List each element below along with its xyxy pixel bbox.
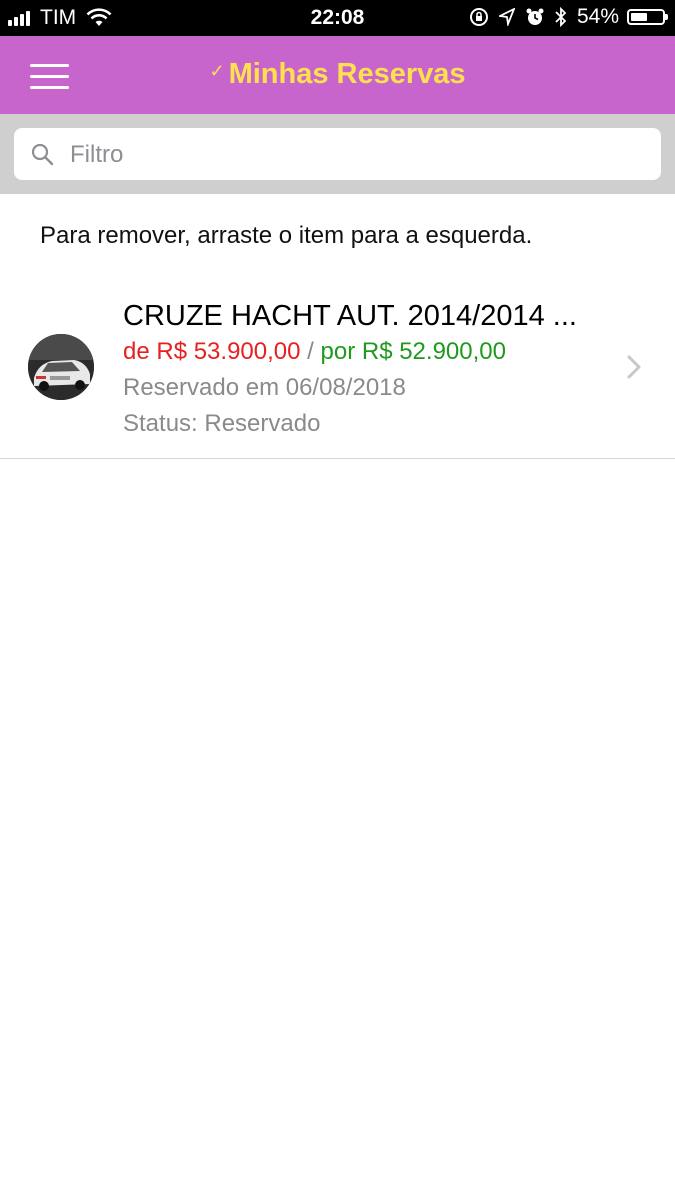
status-right: 54%: [459, 5, 668, 29]
battery-icon: [627, 9, 668, 25]
car-thumbnail: [28, 334, 94, 400]
search-input[interactable]: [68, 134, 642, 176]
bluetooth-icon: [555, 7, 567, 27]
battery-fill: [631, 13, 647, 21]
swipe-hint: Para remover, arraste o item para a esqu…: [40, 222, 533, 249]
battery-percent: 54%: [576, 5, 619, 28]
reserved-date: Reservado em 06/08/2018: [123, 374, 406, 401]
nav-bar: ✓ Minhas Reservas: [0, 36, 675, 114]
alarm-icon: [525, 7, 545, 27]
page-title: Minhas Reservas: [228, 58, 466, 90]
reservation-status: Status: Reservado: [123, 410, 321, 437]
price-separator: /: [300, 338, 321, 365]
search-icon: [31, 143, 54, 166]
status-bar: TIM 22:08 54%: [0, 0, 675, 36]
orientation-lock-icon: [469, 7, 489, 27]
search-box[interactable]: [14, 128, 661, 180]
price-line: de R$ 53.900,00 / por R$ 52.900,00: [123, 338, 506, 366]
divider: [0, 458, 675, 459]
search-bar: [0, 114, 675, 194]
location-icon: [498, 8, 515, 26]
chevron-right-icon: [627, 355, 641, 379]
check-icon: ✓: [209, 61, 225, 81]
old-price: de R$ 53.900,00: [123, 338, 301, 365]
new-price: por R$ 52.900,00: [320, 338, 506, 365]
page-title-wrap: ✓ Minhas Reservas: [0, 58, 675, 91]
reservation-list-item[interactable]: CRUZE HACHT AUT. 2014/2014 ... de R$ 53.…: [0, 280, 675, 460]
reservation-title: CRUZE HACHT AUT. 2014/2014 ...: [123, 300, 577, 332]
